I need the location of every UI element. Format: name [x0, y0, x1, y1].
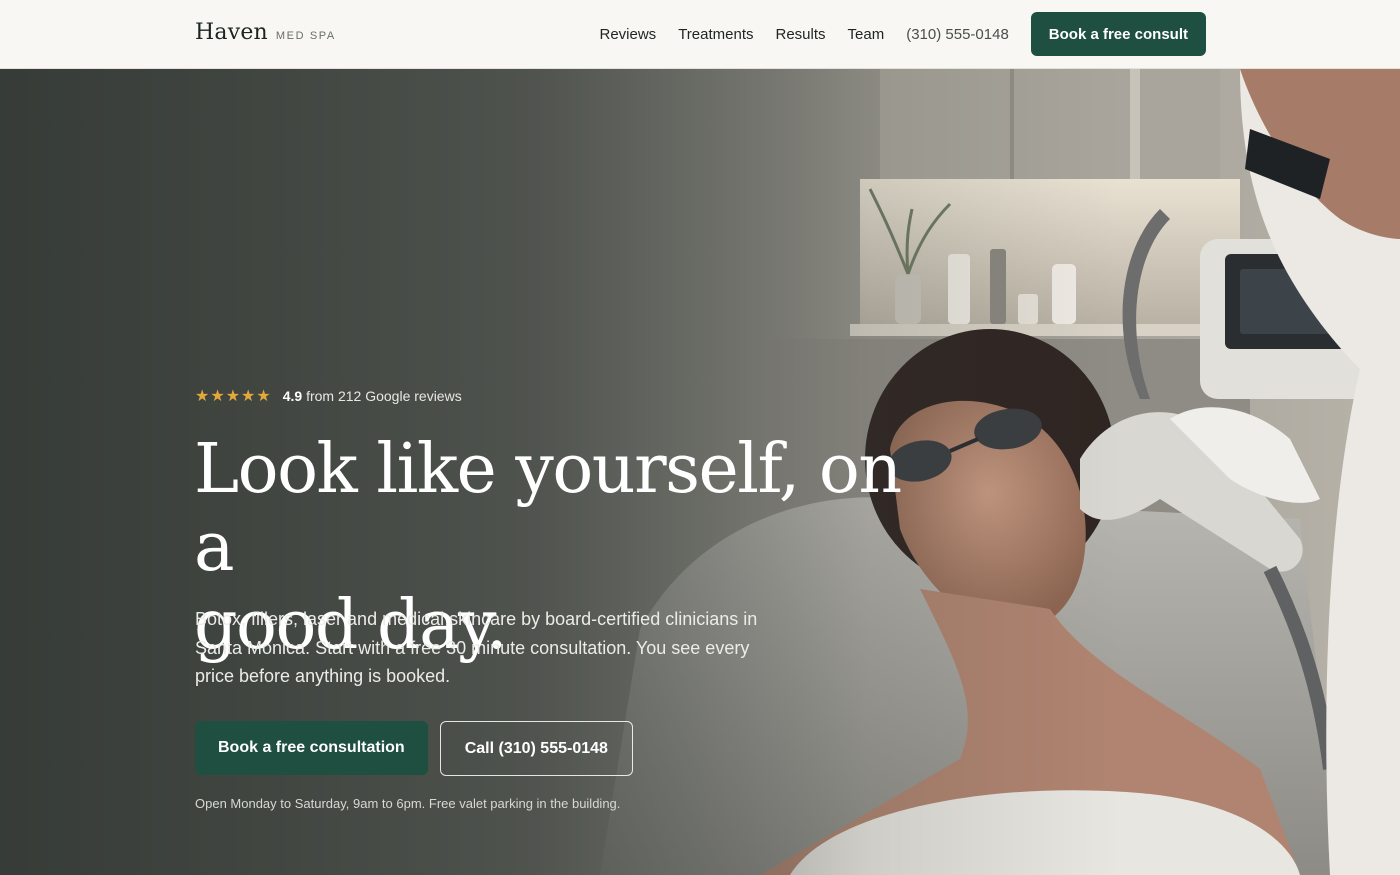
rating-summary[interactable]: ★ ★ ★ ★ ★ 4.9 from 212 Google reviews — [195, 388, 462, 405]
star-icon: ★ — [225, 386, 241, 405]
brand-name: Haven — [195, 20, 268, 45]
headline-line-1: Look like yourself, on a — [194, 430, 902, 587]
hours-note: Open Monday to Saturday, 9am to 6pm. Fre… — [195, 796, 621, 811]
star-icon: ★ — [195, 386, 210, 405]
brand-tagline: MED SPA — [275, 30, 336, 42]
nav-phone-link[interactable]: (310) 555-0148 — [906, 26, 1009, 43]
call-phone-button[interactable]: Call (310) 555-0148 — [439, 721, 633, 776]
hero-subcopy: Botox, fillers, laser and medical skinca… — [195, 609, 758, 686]
brand-logo[interactable]: Haven MED SPA — [195, 20, 336, 45]
nav-link-treatments[interactable]: Treatments — [678, 26, 753, 43]
book-consultation-button[interactable]: Book a free consultation — [195, 721, 428, 775]
star-icon: ★ — [210, 386, 225, 405]
nav-link-team[interactable]: Team — [848, 26, 885, 43]
hero-cta-row: Book a free consultation Call (310) 555-… — [195, 721, 633, 776]
top-nav: Haven MED SPA Reviews Treatments Results… — [0, 0, 1400, 69]
hero-section: ★ ★ ★ ★ ★ 4.9 from 212 Google reviews Lo… — [0, 69, 1400, 875]
rating-source: from 212 Google reviews — [306, 388, 462, 404]
rating-score: 4.9 — [282, 388, 303, 404]
rating-text: 4.9 from 212 Google reviews — [283, 388, 462, 404]
star-icon: ★ — [256, 386, 271, 405]
book-consult-button[interactable]: Book a free consult — [1030, 12, 1206, 56]
nav-link-results[interactable]: Results — [776, 26, 826, 43]
nav-link-reviews[interactable]: Reviews — [600, 26, 657, 43]
star-rating: ★ ★ ★ ★ ★ — [195, 388, 271, 404]
nav-links: Reviews Treatments Results Team (310) 55… — [600, 12, 1206, 56]
star-icon: ★ — [241, 386, 256, 405]
